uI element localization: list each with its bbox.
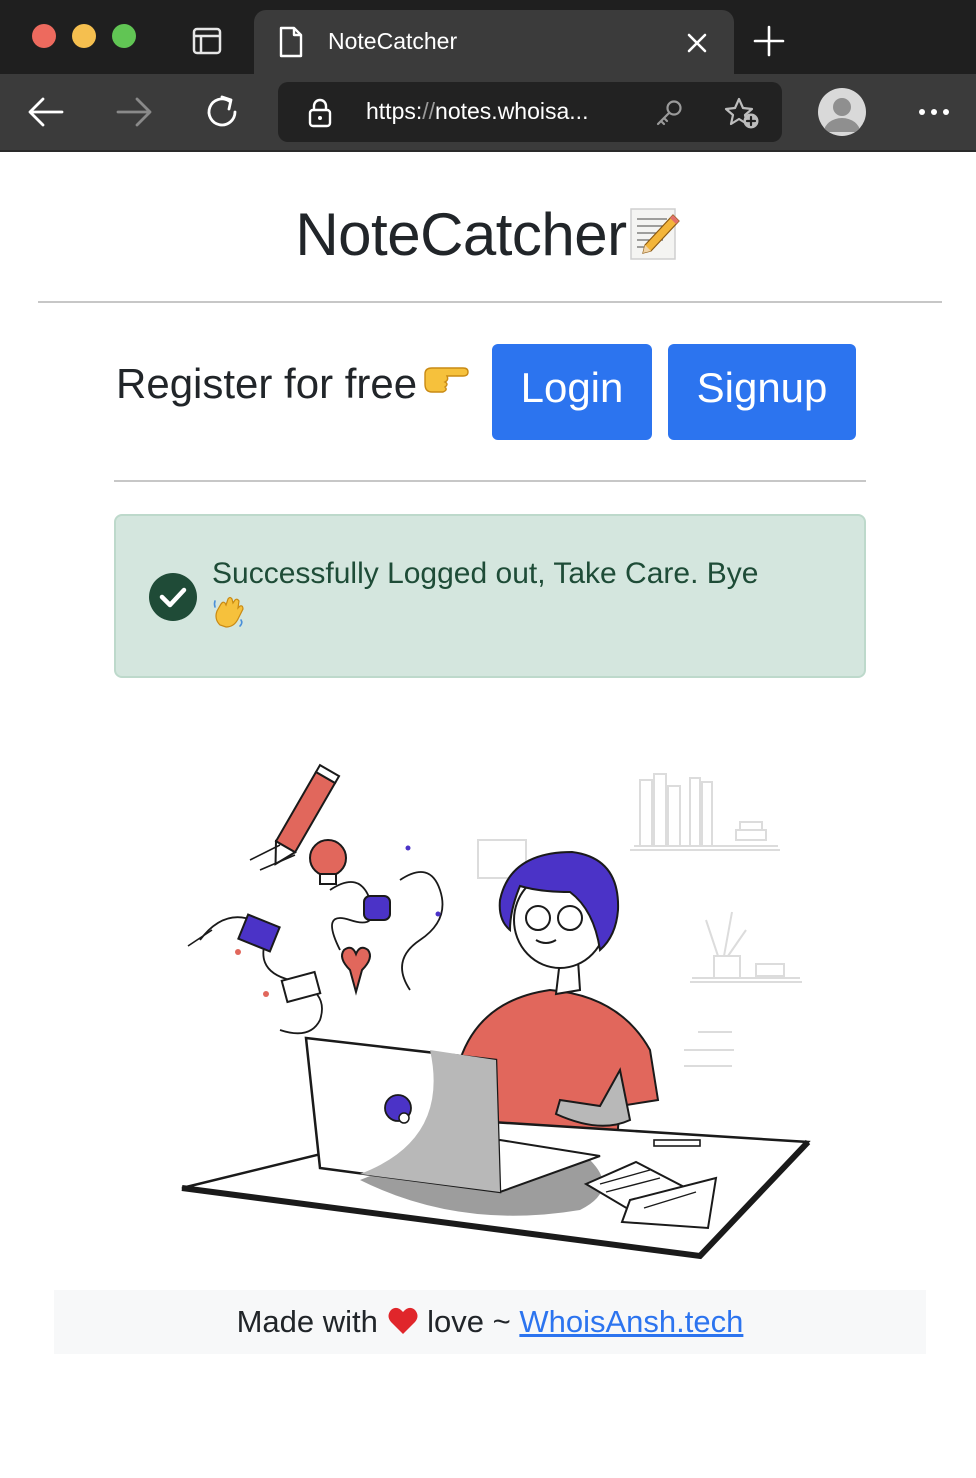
browser-tab-strip: NoteCatcher	[0, 0, 976, 74]
register-label: Register for free	[116, 358, 469, 408]
footer-link[interactable]: WhoisAnsh.tech	[519, 1304, 743, 1339]
url-scheme: https:	[366, 98, 423, 124]
check-circle-icon	[148, 572, 198, 622]
tab-close-icon[interactable]	[684, 30, 710, 56]
key-icon[interactable]	[654, 98, 684, 128]
footer-middle: love ~	[427, 1304, 511, 1339]
lock-icon[interactable]	[306, 98, 334, 128]
divider	[38, 301, 942, 303]
login-button[interactable]: Login	[492, 344, 652, 440]
footer: Made with love ~ WhoisAnsh.tech	[54, 1290, 926, 1354]
illustration	[160, 760, 820, 1270]
logout-success-alert: Successfully Logged out, Take Care. Bye	[114, 514, 866, 678]
browser-tab[interactable]: NoteCatcher	[254, 10, 734, 74]
memo-icon	[629, 203, 681, 261]
window-close-button[interactable]	[32, 24, 56, 48]
page-icon	[278, 26, 304, 58]
new-tab-icon[interactable]	[752, 24, 786, 58]
window-minimize-button[interactable]	[72, 24, 96, 48]
page-title-text: NoteCatcher	[295, 201, 627, 268]
address-bar[interactable]: https://notes.whoisa...	[278, 82, 782, 142]
back-arrow-icon[interactable]	[26, 92, 66, 132]
browser-toolbar: https://notes.whoisa...	[0, 74, 976, 152]
heart-icon	[387, 1294, 419, 1334]
signup-button[interactable]: Signup	[668, 344, 856, 440]
tab-title: NoteCatcher	[328, 28, 458, 54]
url-host: notes.whoisa...	[435, 98, 589, 124]
url-separator: //	[422, 98, 436, 124]
footer-prefix: Made with	[236, 1304, 378, 1339]
more-options-icon[interactable]	[916, 104, 952, 120]
waving-hand-icon	[212, 595, 246, 629]
register-text: Register for free	[116, 360, 418, 407]
pointing-right-icon	[423, 358, 469, 393]
alert-message: Successfully Logged out, Take Care. Bye	[212, 554, 832, 634]
refresh-icon[interactable]	[202, 92, 242, 132]
page-title: NoteCatcher	[0, 200, 976, 269]
tab-actions-icon[interactable]	[190, 26, 224, 56]
window-maximize-button[interactable]	[112, 24, 136, 48]
url-text[interactable]: https://notes.whoisa...	[366, 98, 588, 125]
alert-text: Successfully Logged out, Take Care. Bye	[212, 557, 759, 590]
divider	[114, 480, 866, 482]
profile-avatar-icon[interactable]	[818, 88, 866, 136]
add-favorite-icon[interactable]	[724, 96, 760, 130]
forward-arrow-icon[interactable]	[114, 92, 154, 132]
